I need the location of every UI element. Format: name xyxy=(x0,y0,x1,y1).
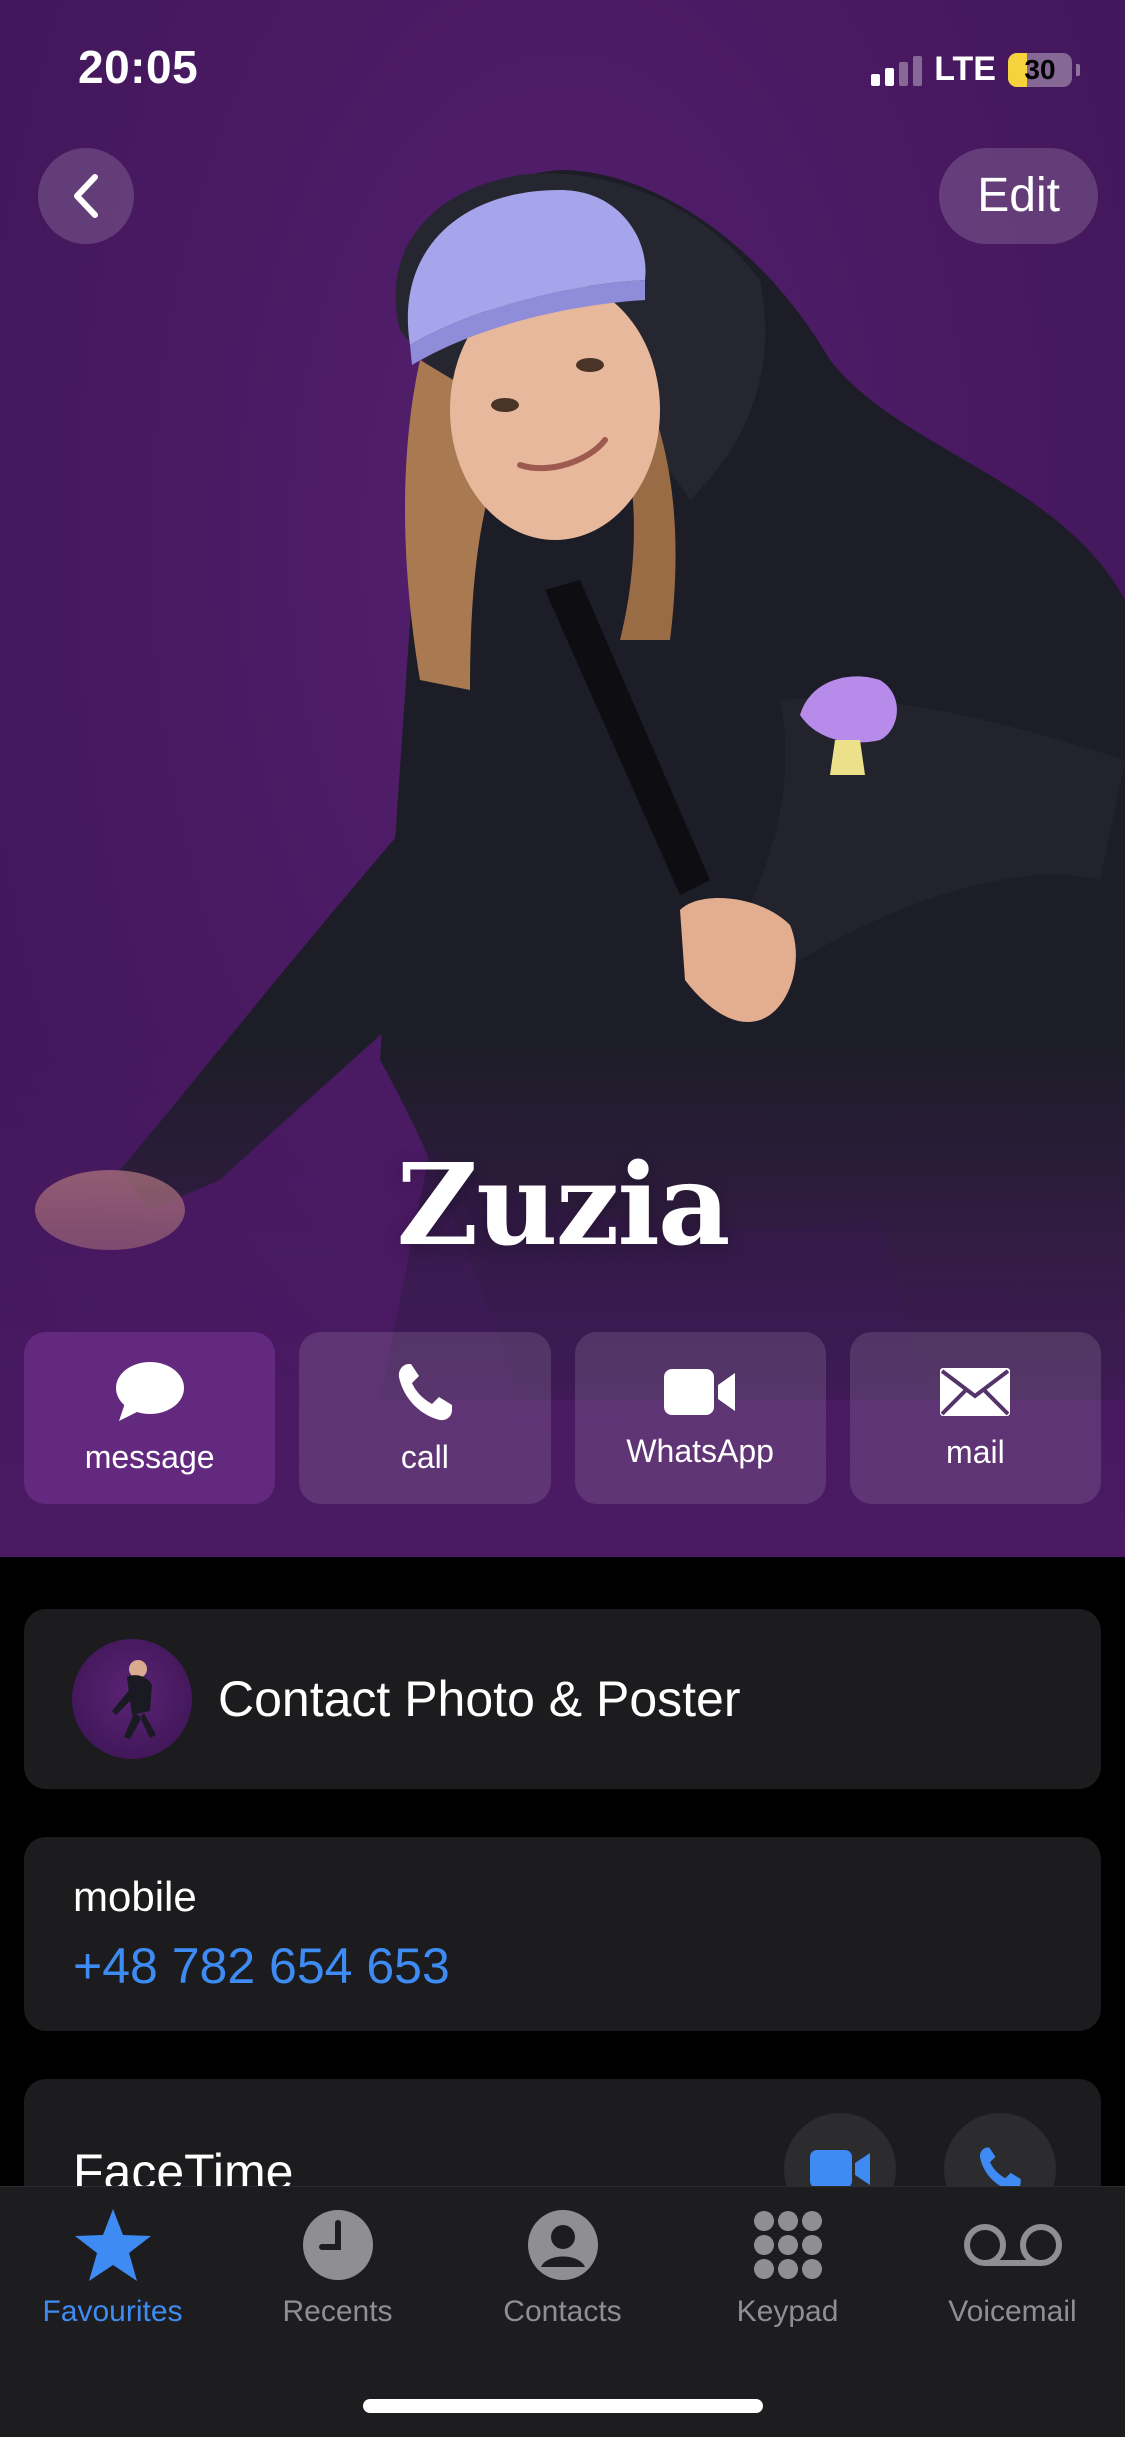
voicemail-icon xyxy=(962,2205,1064,2285)
tab-favourites-label: Favourites xyxy=(42,2295,183,2328)
contact-poster: 20:05 LTE 30 Edit Zuzia message call Wha… xyxy=(0,0,1125,1557)
phone-icon xyxy=(395,1361,455,1423)
battery-nub xyxy=(1076,63,1080,76)
contact-photo-poster-row[interactable]: Contact Photo & Poster xyxy=(24,1609,1101,1789)
person-circle-icon xyxy=(527,2205,599,2285)
star-icon xyxy=(73,2205,153,2285)
status-time: 20:05 xyxy=(78,41,199,93)
contact-name: Zuzia xyxy=(396,1140,731,1271)
tab-contacts-label: Contacts xyxy=(503,2295,622,2328)
status-bar: 20:05 LTE 30 xyxy=(0,0,1125,140)
phone-type-label: mobile xyxy=(73,1873,197,1920)
tab-favourites[interactable]: Favourites xyxy=(0,2187,225,2329)
phone-number-link[interactable]: +48 782 654 653 xyxy=(73,1937,450,1995)
cellular-signal-icon xyxy=(871,54,923,86)
tab-voicemail[interactable]: Voicemail xyxy=(900,2187,1125,2329)
call-button[interactable]: call xyxy=(299,1332,551,1504)
tab-keypad[interactable]: Keypad xyxy=(675,2187,900,2329)
message-button-label: message xyxy=(84,1438,215,1475)
contact-poster-thumbnail xyxy=(72,1639,192,1759)
quick-actions: message call WhatsApp mail xyxy=(24,1332,1101,1504)
whatsapp-button-label: WhatsApp xyxy=(626,1432,774,1469)
home-indicator xyxy=(363,2399,763,2413)
keypad-icon xyxy=(752,2205,824,2285)
clock-icon xyxy=(302,2205,374,2285)
phone-number-row[interactable]: mobile +48 782 654 653 xyxy=(24,1837,1101,2031)
tab-recents-label: Recents xyxy=(282,2295,393,2328)
message-button[interactable]: message xyxy=(24,1332,276,1504)
status-indicators: LTE 30 xyxy=(871,50,1080,89)
battery-percentage: 30 xyxy=(1024,53,1056,85)
battery-icon: 30 xyxy=(1008,52,1072,87)
back-button[interactable] xyxy=(38,148,134,244)
chevron-left-icon xyxy=(74,174,98,218)
tab-voicemail-label: Voicemail xyxy=(948,2295,1077,2328)
poster-thumbnail-figure xyxy=(112,1660,156,1739)
tab-bar: Favourites Recents Contacts Keypad Voice… xyxy=(0,2186,1125,2437)
tab-contacts[interactable]: Contacts xyxy=(450,2187,675,2329)
mail-button[interactable]: mail xyxy=(849,1332,1101,1504)
contact-photo-poster-label: Contact Photo & Poster xyxy=(218,1671,741,1727)
edit-button[interactable]: Edit xyxy=(939,148,1098,244)
tab-keypad-label: Keypad xyxy=(736,2295,839,2328)
video-camera-icon xyxy=(663,1367,737,1417)
network-type: LTE xyxy=(934,50,996,88)
video-camera-icon xyxy=(810,2150,870,2188)
message-bubble-icon xyxy=(115,1361,185,1423)
tab-recents[interactable]: Recents xyxy=(225,2187,450,2329)
envelope-icon xyxy=(938,1366,1012,1418)
call-button-label: call xyxy=(400,1438,449,1475)
whatsapp-button[interactable]: WhatsApp xyxy=(574,1332,826,1504)
mail-button-label: mail xyxy=(946,1433,1005,1470)
